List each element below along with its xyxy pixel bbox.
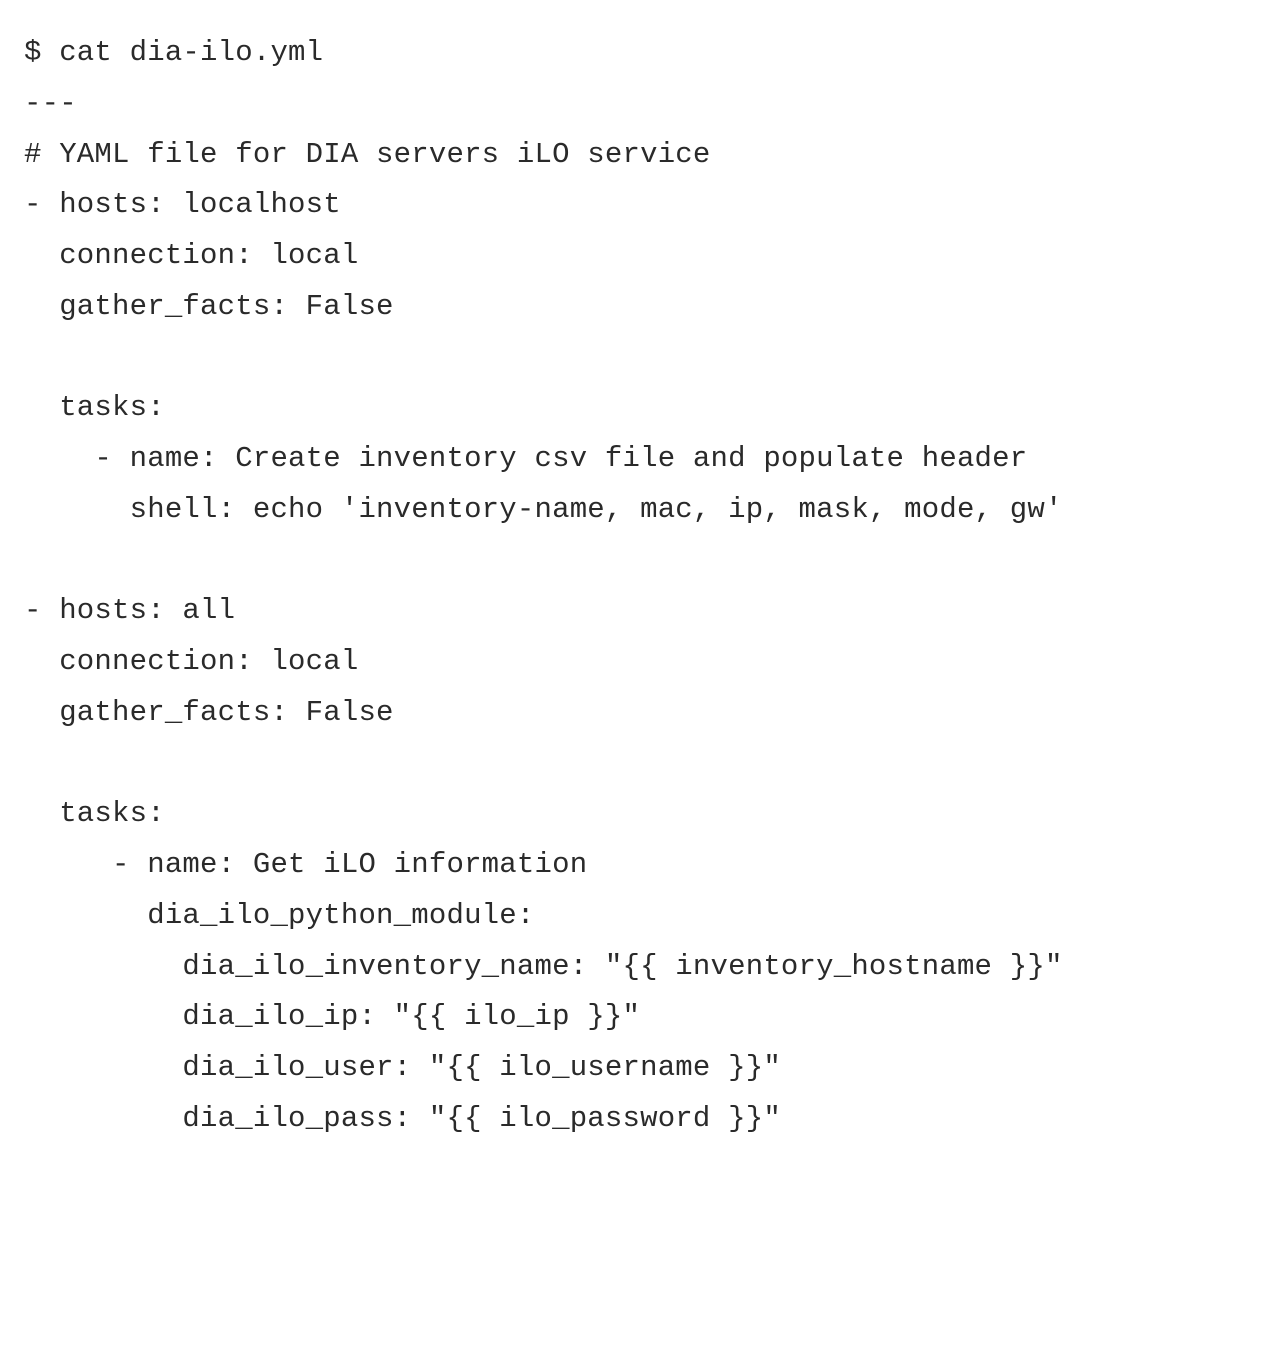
code-block: $ cat dia-ilo.yml --- # YAML file for DI… <box>0 0 1280 1185</box>
